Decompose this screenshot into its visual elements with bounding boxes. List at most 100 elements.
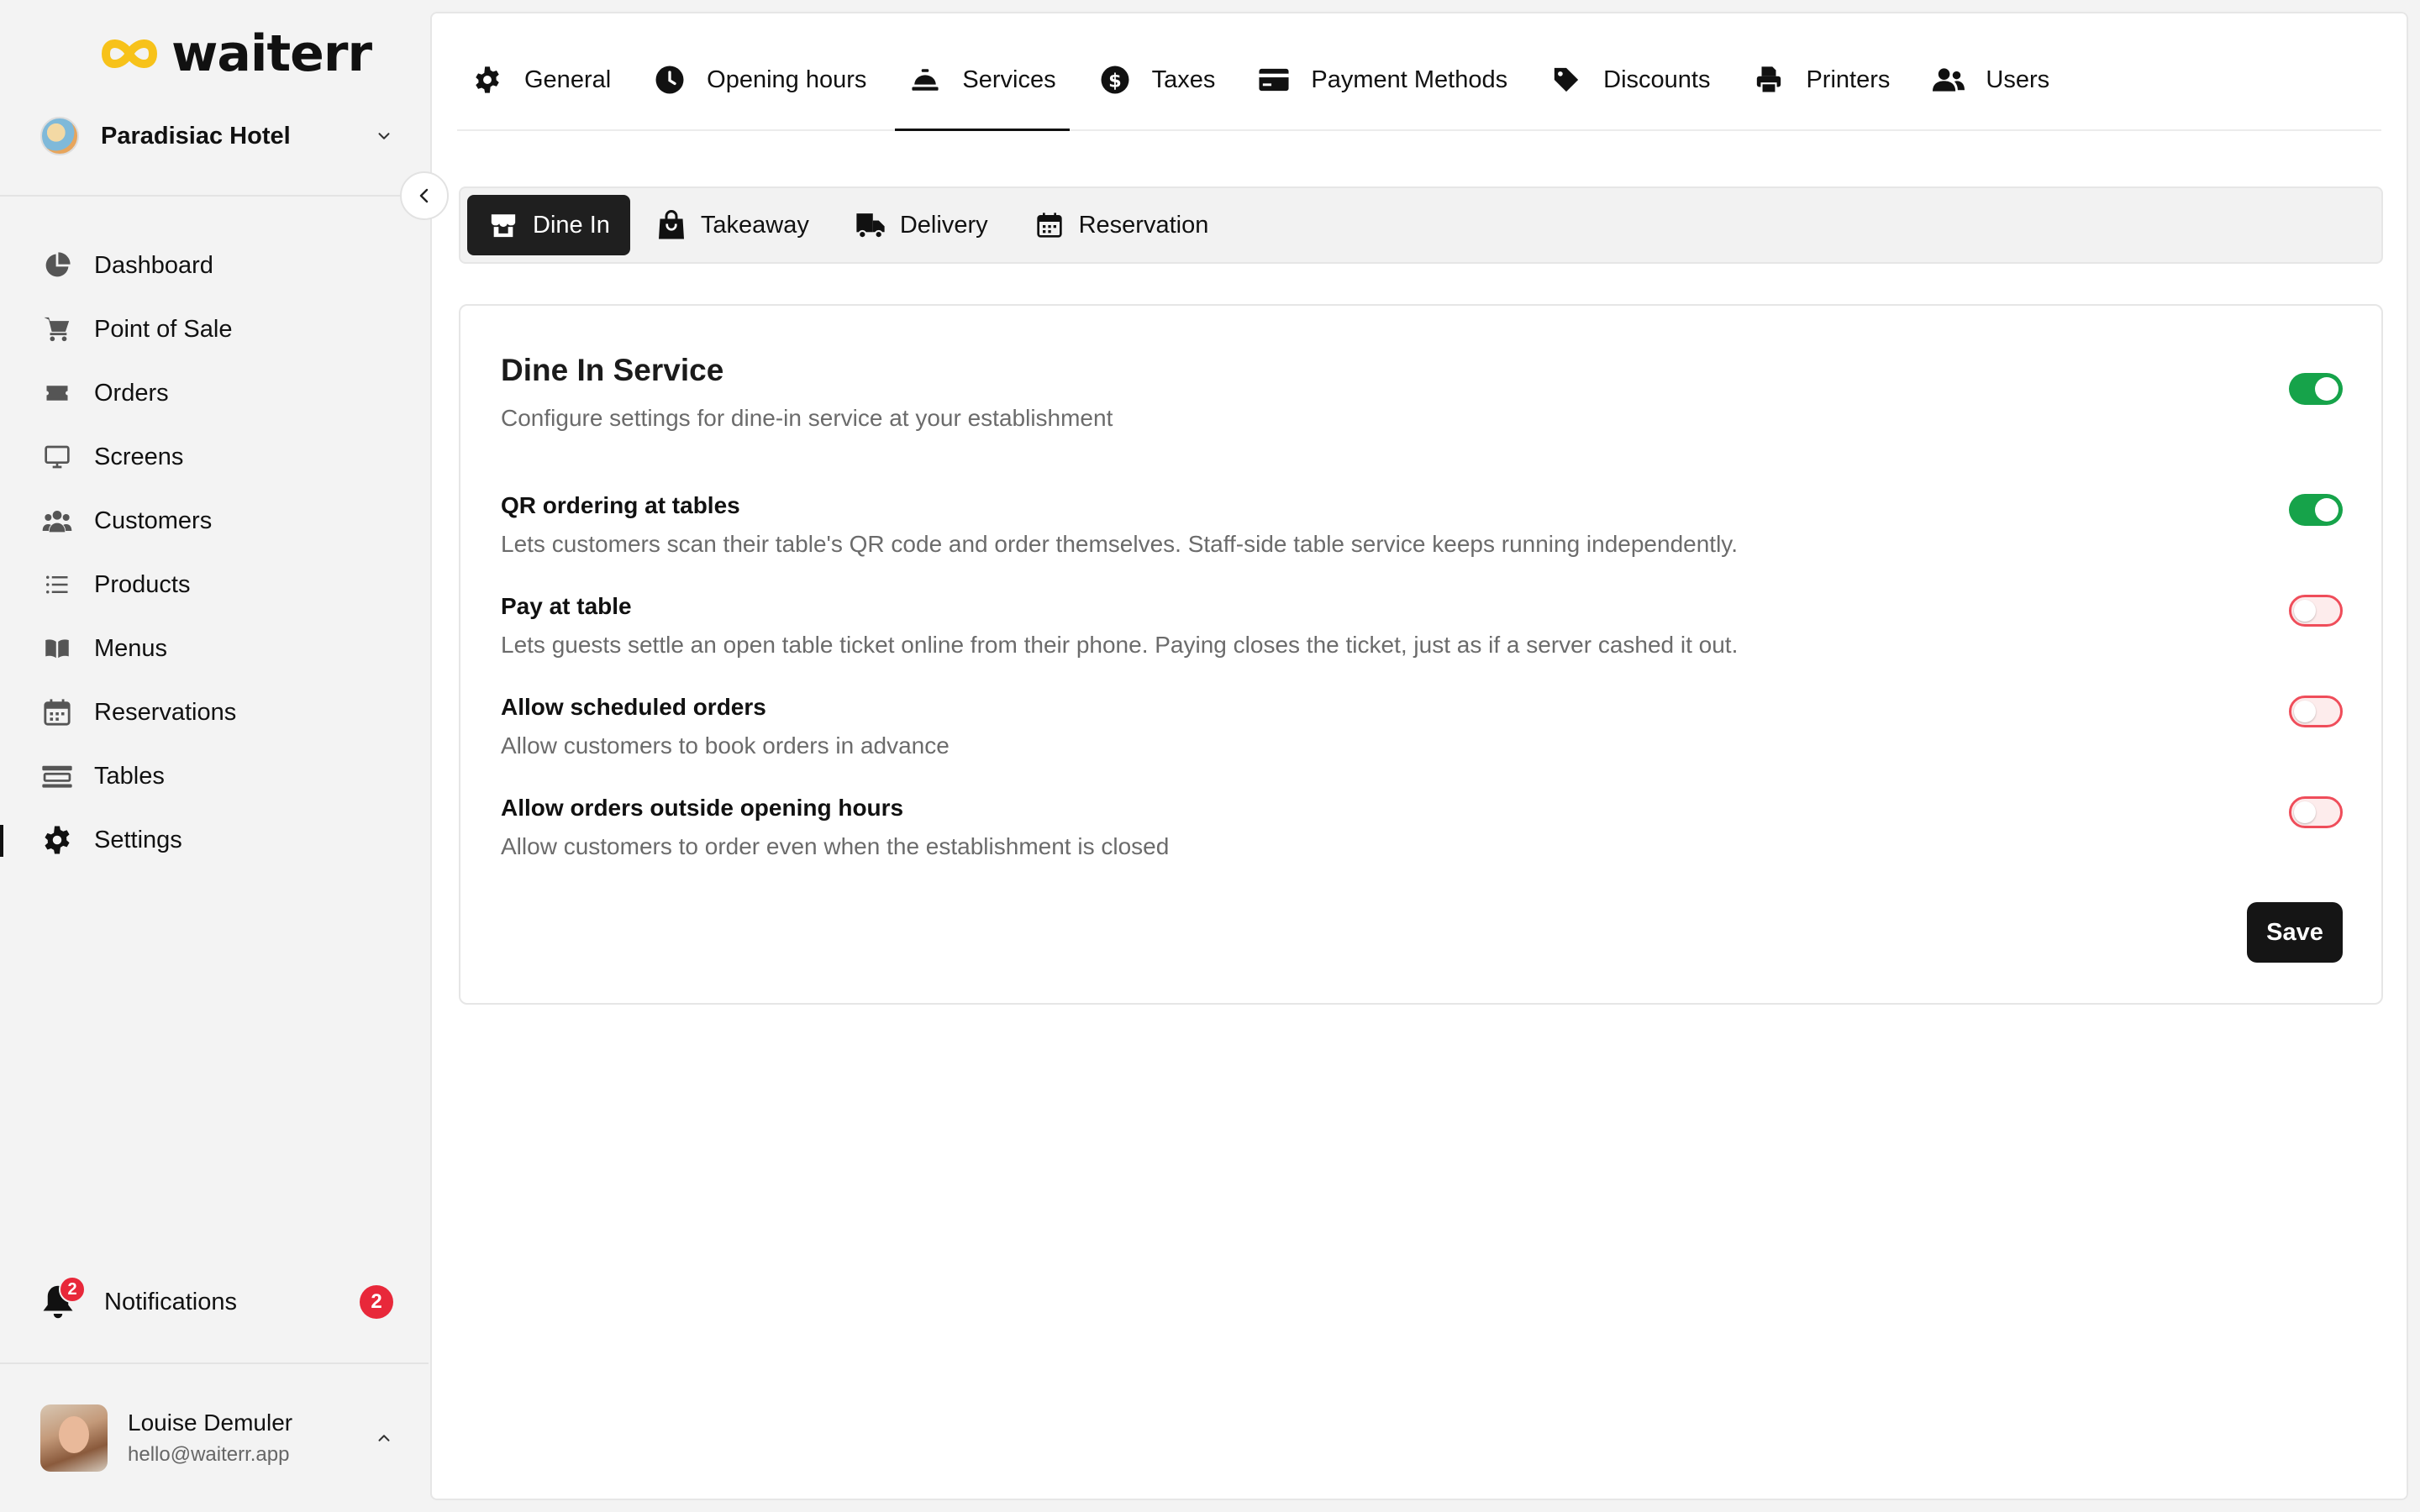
sidebar-item-label: Screens	[94, 443, 184, 470]
cart-icon	[40, 312, 74, 346]
service-bell-icon	[908, 63, 942, 97]
sidebar-item-label: Products	[94, 570, 191, 598]
notifications-count-badge: 2	[360, 1285, 393, 1319]
tab-label: Payment Methods	[1311, 66, 1508, 93]
gear-icon	[471, 63, 504, 97]
sidebar-item-reservations[interactable]: Reservations	[0, 680, 429, 744]
qr-ordering-toggle[interactable]	[2289, 494, 2343, 526]
calendar-icon	[1034, 209, 1065, 241]
setting-title: Pay at table	[501, 593, 632, 619]
establishment-avatar	[40, 117, 79, 155]
scheduled-orders-toggle[interactable]	[2289, 696, 2343, 727]
dine-in-service-toggle[interactable]	[2289, 373, 2343, 405]
user-menu[interactable]: Louise Demuler hello@waiterr.app	[40, 1404, 393, 1472]
ticket-icon	[40, 376, 74, 410]
settings-tabs: General Opening hours Services $ Taxes P…	[457, 30, 2381, 131]
tab-reservation[interactable]: Reservation	[1013, 195, 1229, 255]
tab-label: Takeaway	[700, 211, 809, 239]
tab-general[interactable]: General	[457, 30, 624, 129]
tab-label: Delivery	[899, 211, 988, 239]
sidebar-item-tables[interactable]: Tables	[0, 744, 429, 808]
sidebar-item-settings[interactable]: Settings	[0, 808, 429, 872]
table-icon	[40, 759, 74, 793]
brand-name: waiterr	[171, 24, 372, 83]
tab-dine-in[interactable]: Dine In	[467, 195, 630, 255]
notifications-label: Notifications	[104, 1288, 237, 1315]
setting-description: Lets customers scan their table's QR cod…	[501, 531, 1738, 557]
setting-qr-ordering: QR ordering at tables Lets customers sca…	[501, 492, 2333, 558]
sidebar-nav: Dashboard Point of Sale Orders Screens C…	[0, 234, 429, 872]
gear-icon	[40, 823, 74, 857]
collapse-sidebar-button[interactable]	[400, 171, 449, 220]
clock-icon	[653, 63, 687, 97]
service-type-tabs: Dine In Takeaway Delivery Reservation	[459, 186, 2383, 264]
card-title: Dine In Service	[501, 353, 724, 387]
setting-scheduled-orders: Allow scheduled orders Allow customers t…	[501, 694, 2333, 759]
tab-discounts[interactable]: Discounts	[1536, 30, 1723, 129]
tab-label: Reservation	[1078, 211, 1209, 239]
sidebar-item-products[interactable]: Products	[0, 553, 429, 617]
sidebar-item-dashboard[interactable]: Dashboard	[0, 234, 429, 297]
storefront-icon	[487, 209, 519, 241]
setting-pay-at-table: Pay at table Lets guests settle an open …	[501, 593, 2333, 659]
credit-card-icon	[1257, 63, 1291, 97]
sidebar-item-screens[interactable]: Screens	[0, 425, 429, 489]
sidebar-item-label: Dashboard	[94, 251, 213, 279]
tab-label: Opening hours	[707, 66, 867, 93]
notifications-button[interactable]: 2 Notifications 2	[40, 1276, 393, 1327]
sidebar-item-label: Menus	[94, 634, 168, 662]
monitor-icon	[40, 440, 74, 474]
setting-description: Lets guests settle an open table ticket …	[501, 632, 1739, 658]
chevron-down-icon	[378, 133, 390, 139]
tab-delivery[interactable]: Delivery	[834, 195, 1008, 255]
tab-printers[interactable]: Printers	[1739, 30, 1903, 129]
tab-takeaway[interactable]: Takeaway	[635, 195, 829, 255]
calendar-icon	[40, 696, 74, 729]
setting-title: Allow orders outside opening hours	[501, 795, 904, 821]
sidebar-item-orders[interactable]: Orders	[0, 361, 429, 425]
save-button[interactable]: Save	[2247, 902, 2343, 963]
setting-orders-outside-hours: Allow orders outside opening hours Allow…	[501, 795, 2333, 860]
sidebar-item-label: Tables	[94, 762, 165, 790]
setting-title: Allow scheduled orders	[501, 694, 766, 720]
waiterr-logo[interactable]: waiterr	[99, 24, 372, 83]
dollar-icon: $	[1098, 63, 1132, 97]
dine-in-service-card: Dine In Service Configure settings for d…	[459, 304, 2383, 1005]
user-email: hello@waiterr.app	[128, 1443, 290, 1466]
sidebar-item-label: Orders	[94, 379, 169, 407]
establishment-name: Paradisiac Hotel	[101, 122, 291, 150]
tab-label: Discounts	[1603, 66, 1711, 93]
user-info: Louise Demuler hello@waiterr.app	[128, 1410, 375, 1467]
avatar	[40, 1404, 108, 1472]
tab-label: Users	[1986, 66, 2050, 93]
sidebar-item-customers[interactable]: Customers	[0, 489, 429, 553]
tab-payment-methods[interactable]: Payment Methods	[1244, 30, 1521, 129]
users-icon	[40, 504, 74, 538]
tab-opening-hours[interactable]: Opening hours	[639, 30, 880, 129]
tab-label: Services	[962, 66, 1056, 93]
tab-label: Taxes	[1151, 66, 1216, 93]
tab-users[interactable]: Users	[1918, 30, 2063, 129]
tab-taxes[interactable]: $ Taxes	[1085, 30, 1229, 129]
sidebar-item-label: Reservations	[94, 698, 237, 726]
card-subtitle: Configure settings for dine-in service a…	[501, 405, 1113, 431]
sidebar-divider	[0, 195, 429, 197]
pay-at-table-toggle[interactable]	[2289, 595, 2343, 627]
tag-icon	[1549, 63, 1583, 97]
chevron-up-icon	[378, 1435, 390, 1441]
setting-description: Allow customers to book orders in advanc…	[501, 732, 950, 759]
shopping-bag-icon	[655, 209, 687, 241]
orders-outside-hours-toggle[interactable]	[2289, 796, 2343, 828]
tab-services[interactable]: Services	[895, 30, 1070, 131]
bell-icon: 2	[40, 1276, 86, 1321]
infinity-logo-icon	[102, 39, 157, 68]
sidebar-item-label: Point of Sale	[94, 315, 233, 343]
svg-text:$: $	[1108, 70, 1122, 92]
sidebar-item-label: Customers	[94, 507, 213, 534]
establishment-selector[interactable]: Paradisiac Hotel	[40, 114, 393, 158]
sidebar-item-point-of-sale[interactable]: Point of Sale	[0, 297, 429, 361]
chevron-left-icon	[419, 188, 429, 203]
sidebar-item-menus[interactable]: Menus	[0, 617, 429, 680]
settings-panel: General Opening hours Services $ Taxes P…	[430, 12, 2408, 1500]
list-icon	[40, 568, 74, 601]
